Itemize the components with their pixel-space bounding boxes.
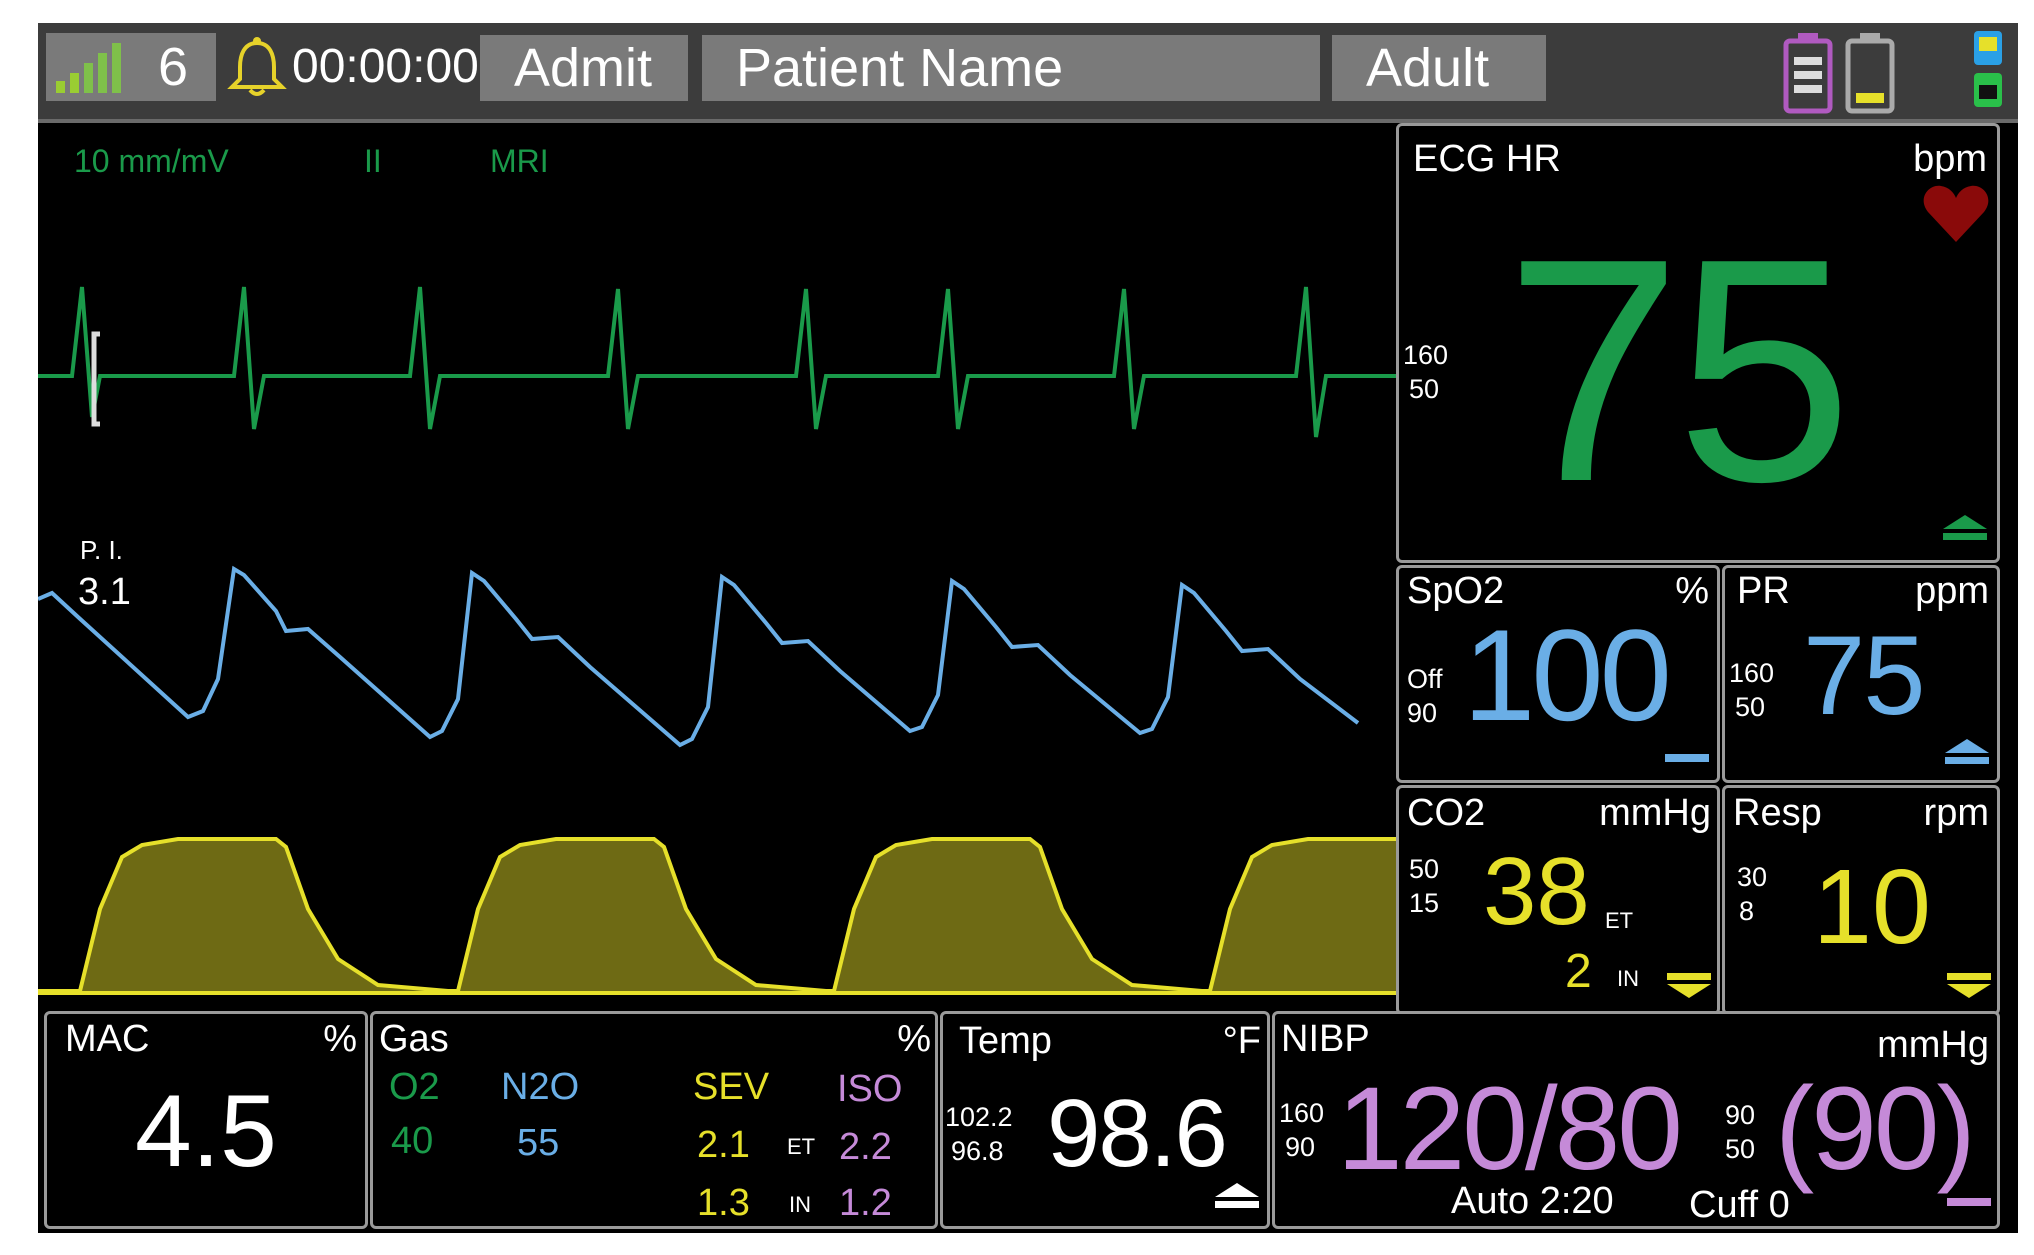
temp-limit-high: 102.2 (945, 1102, 1013, 1132)
mac-label: MAC (65, 1018, 150, 1060)
n2o-label: N2O (501, 1066, 580, 1108)
alarm-priority-icon (1215, 1183, 1259, 1208)
co2-limit-low: 15 (1409, 888, 1440, 918)
sev-et-value: 2.1 (697, 1124, 750, 1166)
nibp-label: NIBP (1281, 1018, 1370, 1060)
signal-bars-icon (56, 43, 121, 93)
temp-label: Temp (959, 1020, 1052, 1062)
spo2-limit-high: Off (1407, 664, 1443, 694)
spo2-unit: % (1675, 570, 1709, 612)
iso-label: ISO (837, 1068, 903, 1110)
mac-unit: % (323, 1018, 357, 1060)
status-bar: 6 00:00:00 Admit Patient Name Adult (38, 23, 2018, 123)
signal-count: 6 (158, 37, 189, 97)
gas-unit: % (897, 1018, 931, 1060)
admit-button[interactable]: Admit (480, 35, 688, 101)
mac-panel[interactable]: MAC % 4.5 (44, 1011, 368, 1229)
nibp-cuff-pressure: Cuff 0 (1689, 1184, 1790, 1226)
signal-box[interactable]: 6 (46, 33, 216, 101)
n2o-value: 55 (517, 1122, 560, 1164)
temp-unit: °F (1222, 1020, 1261, 1062)
nibp-mean-limit-low: 50 (1725, 1134, 1756, 1164)
battery-icon (1845, 33, 1895, 114)
patient-type-button[interactable]: Adult (1332, 35, 1546, 101)
battery-icon (1783, 33, 1833, 114)
gas-et-label: ET (787, 1134, 816, 1159)
resp-limit-high: 30 (1737, 862, 1768, 892)
iso-et-value: 2.2 (839, 1126, 892, 1168)
resp-value: 10 (1813, 848, 1931, 966)
nibp-mean-value: (90) (1775, 1063, 1976, 1195)
co2-label: CO2 (1407, 792, 1486, 834)
pleth-waveform (38, 565, 1360, 748)
gas-label: Gas (379, 1018, 449, 1060)
pi-label: P. I. (80, 535, 123, 565)
alarm-off-icon (1665, 754, 1709, 762)
pr-panel[interactable]: PR ppm 160 50 75 (1722, 565, 2000, 783)
ecg-hr-limit-high: 160 (1403, 340, 1449, 370)
ecg-hr-value: 75 (1505, 193, 1853, 548)
patient-name-field[interactable]: Patient Name (702, 35, 1320, 101)
alarm-priority-icon (1943, 515, 1987, 540)
temp-limit-low: 96.8 (951, 1136, 1004, 1166)
ecg-hr-unit: bpm (1913, 138, 1987, 180)
waveform-area (38, 286, 1398, 995)
pr-value: 75 (1803, 613, 1926, 738)
pi-value: 3.1 (78, 571, 131, 613)
nibp-panel[interactable]: NIBP mmHg 160 90 120/80 90 50 (90) Auto … (1272, 1011, 2000, 1229)
alarm-priority-icon (1945, 739, 1989, 764)
nibp-value: 120/80 (1337, 1063, 1683, 1195)
nibp-mean-limit-high: 90 (1725, 1100, 1756, 1130)
resp-label: Resp (1733, 792, 1822, 834)
co2-in-value: 2 (1565, 945, 1592, 998)
co2-waveform (38, 837, 1398, 995)
spo2-panel[interactable]: SpO2 % Off 90 100 (1396, 565, 1720, 783)
ecg-hr-label: ECG HR (1413, 138, 1561, 180)
co2-panel[interactable]: CO2 mmHg 50 15 38 ET 2 IN (1396, 785, 1720, 1015)
nibp-limit-high: 160 (1279, 1098, 1325, 1128)
co2-et-value: 38 (1483, 838, 1590, 945)
nibp-mode[interactable]: Auto 2:20 (1451, 1180, 1614, 1223)
status-indicator-icon (1974, 31, 2002, 107)
nibp-limit-low: 90 (1285, 1132, 1316, 1162)
alarm-bell-icon[interactable] (226, 35, 288, 99)
gas-panel[interactable]: Gas % O2 40 N2O 55 SEV 2.1 1.3 ET IN ISO… (370, 1011, 938, 1229)
resp-unit: rpm (1923, 792, 1989, 834)
alarm-off-icon (1947, 1198, 1991, 1206)
pr-label: PR (1737, 570, 1790, 612)
elapsed-timer: 00:00:00 (292, 40, 479, 93)
ecg-hr-limit-low: 50 (1409, 374, 1440, 404)
sev-in-value: 1.3 (697, 1182, 750, 1224)
o2-label: O2 (389, 1066, 440, 1108)
resp-limit-low: 8 (1739, 896, 1755, 926)
pr-unit: ppm (1915, 570, 1989, 612)
resp-panel[interactable]: Resp rpm 30 8 10 (1722, 785, 2000, 1015)
nibp-unit: mmHg (1877, 1024, 1989, 1066)
ecg-waveform (38, 286, 1398, 438)
sev-label: SEV (693, 1066, 770, 1108)
co2-unit: mmHg (1599, 792, 1711, 834)
co2-in-label: IN (1617, 966, 1639, 991)
mac-value: 4.5 (135, 1074, 277, 1188)
pr-limit-low: 50 (1735, 692, 1766, 722)
co2-et-label: ET (1605, 908, 1634, 933)
spo2-value: 100 (1463, 602, 1672, 748)
spo2-limit-low: 90 (1407, 698, 1438, 728)
alarm-priority-icon (1947, 973, 1991, 998)
temp-panel[interactable]: Temp °F 102.2 96.8 98.6 (940, 1011, 1270, 1229)
heart-icon (1923, 185, 1989, 242)
ecg-hr-panel[interactable]: ECG HR bpm 160 50 75 (1396, 123, 2000, 563)
gas-in-label: IN (789, 1192, 811, 1217)
patient-monitor: 6 00:00:00 Admit Patient Name Adult 10 m… (38, 23, 2018, 1233)
alarm-priority-icon (1667, 973, 1711, 998)
temp-value: 98.6 (1047, 1080, 1228, 1187)
iso-in-value: 1.2 (839, 1182, 892, 1224)
co2-limit-high: 50 (1409, 854, 1440, 884)
pr-limit-high: 160 (1729, 658, 1775, 688)
o2-value: 40 (391, 1120, 434, 1162)
